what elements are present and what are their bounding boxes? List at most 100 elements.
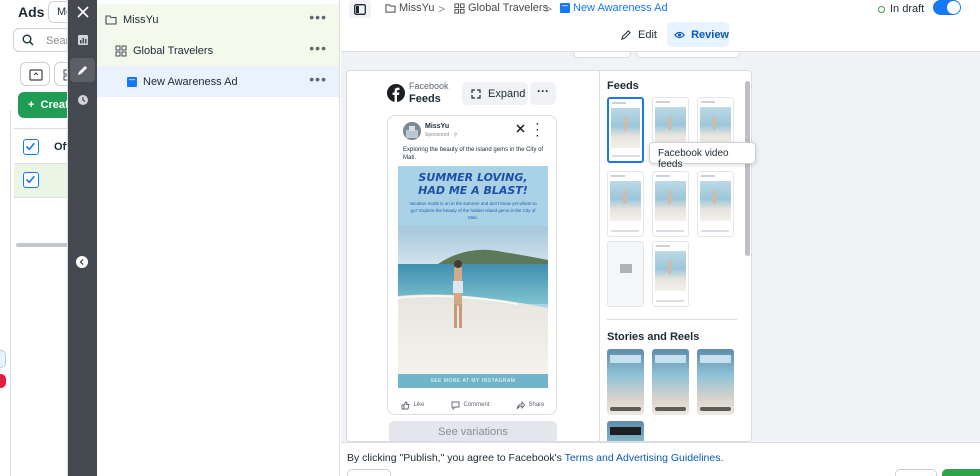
page-name: MissYu [425, 123, 450, 130]
facebook-logo-icon [387, 84, 405, 102]
breadcrumb-label: MissYu [399, 2, 435, 14]
grid-view-button[interactable] [54, 62, 67, 86]
pencil-icon [621, 30, 631, 40]
back-button[interactable] [895, 469, 937, 476]
placement-thumbnail[interactable] [607, 97, 644, 163]
feed-post-preview: MissYu Sponsored · ⚲ · · · Exploring the b… [387, 115, 557, 415]
row-checkbox[interactable] [23, 139, 39, 155]
beach-photo [398, 226, 548, 374]
placement-thumbnail[interactable] [697, 171, 734, 237]
preview-more-button[interactable]: ··· [530, 82, 556, 105]
toggle-sidebar-button[interactable] [349, 0, 371, 18]
placement-thumbnail[interactable] [652, 241, 689, 307]
history-button[interactable] [70, 88, 95, 112]
eye-icon [674, 31, 685, 38]
publish-button[interactable] [942, 469, 980, 476]
terms-link[interactable]: Terms and Advertising Guidelines [565, 452, 721, 464]
primary-text: Exploring the beauty of the island gems … [403, 147, 544, 161]
search-input[interactable]: Searc [13, 28, 67, 52]
see-variations-button[interactable]: See variations [389, 421, 557, 441]
breadcrumb-separator-icon: > [545, 2, 553, 16]
ad-creative: SUMMER LOVING, HAD ME A BLAST! Vacation … [398, 166, 548, 388]
tree-item-label: Global Travelers [133, 44, 214, 57]
table-row[interactable]: Off [14, 128, 67, 164]
sponsored-label: Sponsored · ⚲ [425, 132, 458, 138]
create-label: Creat [40, 99, 68, 111]
tree-item-campaign[interactable]: MissYu ••• [97, 4, 339, 35]
horizontal-scrollbar[interactable] [16, 243, 67, 247]
placement-thumbnail[interactable] [607, 241, 644, 307]
story-thumbnail[interactable] [697, 349, 734, 415]
publish-footer: By clicking "Publish," you agree to Face… [341, 442, 980, 476]
row-checkbox[interactable] [23, 172, 39, 188]
hidden-button[interactable] [636, 52, 740, 58]
top-bar: MissYu > Global Travelers > New Awarenes… [341, 0, 980, 52]
share-icon [517, 400, 526, 409]
thumbs-up-icon [402, 401, 411, 409]
story-thumbnail[interactable] [652, 349, 689, 415]
ad-preview-card: Facebook Feeds Expand ··· MissYu Sponsor… [346, 70, 752, 442]
edit-button[interactable]: Edit [616, 24, 661, 46]
close-icon [516, 124, 525, 133]
story-thumbnail[interactable] [607, 421, 644, 441]
breadcrumb-ad[interactable]: New Awareness Ad [560, 2, 668, 14]
like-button[interactable]: Like [401, 401, 425, 410]
pencil-icon [78, 65, 87, 75]
review-label: Review [691, 28, 729, 41]
edit-tool-button[interactable] [70, 58, 95, 82]
create-button[interactable]: + Creat [18, 92, 68, 118]
story-thumbnail[interactable] [607, 349, 644, 415]
placement-tooltip: Facebook video feeds [649, 142, 756, 170]
more-options-button[interactable]: ••• [309, 72, 327, 86]
ad-toggle[interactable] [933, 0, 961, 15]
placements-list: Feeds Stories and Reels [599, 71, 751, 441]
post-menu-button[interactable]: · · · [536, 120, 539, 142]
tools-rail [68, 0, 97, 476]
breadcrumb-label: Global Travelers [468, 2, 549, 14]
folder-icon [385, 4, 396, 13]
more-options-button[interactable]: ••• [309, 10, 327, 24]
tree-item-label: New Awareness Ad [143, 75, 238, 88]
notification-badge [0, 374, 6, 388]
like-label: Like [413, 402, 425, 408]
table-row[interactable] [14, 164, 67, 198]
placement-thumbnail[interactable] [607, 171, 644, 237]
comment-label: Comment [463, 402, 490, 408]
preview-placement: Feeds [409, 93, 441, 105]
stories-section-title: Stories and Reels [607, 331, 700, 343]
comment-icon [452, 401, 460, 410]
check-icon [25, 175, 35, 184]
expand-label: Expand [488, 87, 526, 100]
vertical-scrollbar[interactable] [745, 81, 750, 256]
folder-view-button[interactable] [20, 62, 50, 86]
breadcrumb-campaign[interactable]: MissYu [385, 2, 434, 14]
charts-button[interactable] [70, 28, 95, 52]
hidden-button[interactable] [573, 52, 631, 58]
comment-button[interactable]: Comment [451, 401, 490, 410]
clock-icon [77, 95, 88, 105]
expand-icon [471, 88, 481, 99]
expand-button[interactable]: Expand [462, 82, 528, 105]
hide-post-button[interactable] [516, 124, 525, 133]
breadcrumb-adset[interactable]: Global Travelers [454, 2, 548, 14]
close-button[interactable] [347, 469, 391, 476]
collapse-panel-button[interactable] [76, 256, 88, 268]
tree-item-ad[interactable]: New Awareness Ad ••• [97, 66, 339, 97]
breadcrumb-label: New Awareness Ad [573, 2, 668, 14]
placement-thumbnail[interactable] [652, 171, 689, 237]
share-button[interactable]: Share [516, 400, 545, 410]
review-button[interactable]: Review [667, 22, 729, 47]
chevron-left-icon [79, 259, 84, 265]
more-options-button[interactable]: ••• [309, 41, 327, 55]
folder-icon [29, 69, 43, 81]
tree-item-adset[interactable]: Global Travelers ••• [97, 35, 339, 66]
check-icon [25, 142, 35, 151]
post-actions: Like Comment Share [388, 396, 556, 414]
feeds-section-title: Feeds [607, 80, 639, 92]
status-badge: In draft [878, 3, 924, 15]
preview-platform: Facebook [409, 81, 449, 91]
close-button[interactable] [70, 0, 95, 24]
status-label: In draft [890, 3, 925, 15]
tab-me[interactable]: Me [48, 1, 67, 23]
grid-icon [115, 45, 127, 56]
